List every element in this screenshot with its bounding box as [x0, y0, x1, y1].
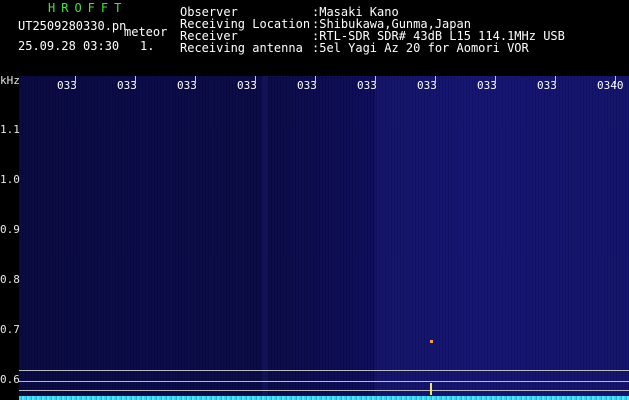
file-name: UT2509280330.pn: [18, 19, 127, 33]
x-tick-mark: [75, 76, 76, 84]
reference-line: [19, 381, 629, 382]
x-tick-mark: [495, 76, 496, 84]
meteor-echo-dot: [430, 340, 433, 343]
noise-band: [262, 76, 268, 400]
noise-band: [375, 76, 629, 400]
x-tick-mark: [135, 76, 136, 84]
y-tick-label: 1.0: [0, 173, 20, 186]
x-tick-label: 033: [537, 79, 557, 92]
x-tick-mark: [435, 76, 436, 84]
x-tick-label: 033: [177, 79, 197, 92]
y-tick-label: 1.1: [0, 123, 20, 136]
x-tick-mark: [315, 76, 316, 84]
x-tick-mark: [615, 76, 616, 84]
antenna-value: :5el Yagi Az 20 for Aomori VOR: [312, 41, 529, 55]
x-tick-mark: [375, 76, 376, 84]
x-tick-label: 033: [357, 79, 377, 92]
timestamp: 25.09.28 03:30: [18, 39, 120, 53]
brand-title: HROFFT: [48, 1, 128, 15]
meteor-echo: [430, 383, 432, 395]
y-tick-label: 0.8: [0, 273, 20, 286]
x-tick-label: 033: [237, 79, 257, 92]
y-tick-label: 0.9: [0, 223, 20, 236]
y-tick-label: 0.7: [0, 323, 20, 336]
reference-line: [19, 390, 629, 391]
x-tick-label: 033: [57, 79, 77, 92]
x-tick-label: 033: [297, 79, 317, 92]
reference-line: [19, 370, 629, 371]
x-tick-mark: [195, 76, 196, 84]
antenna-label: Receiving antenna: [180, 41, 303, 55]
y-tick-label: 0.6: [0, 373, 20, 386]
y-axis-unit: kHz: [0, 74, 20, 87]
x-tick-mark: [555, 76, 556, 84]
baseline-signal: [19, 396, 629, 400]
x-tick-mark: [255, 76, 256, 84]
x-tick-label: 033: [477, 79, 497, 92]
x-tick-label: 033: [117, 79, 137, 92]
meteor-label: meteor: [124, 25, 168, 39]
x-tick-label: 0340: [597, 79, 624, 92]
spectrogram: [19, 76, 629, 400]
count-label: 1.: [140, 39, 155, 53]
x-tick-label: 033: [417, 79, 437, 92]
